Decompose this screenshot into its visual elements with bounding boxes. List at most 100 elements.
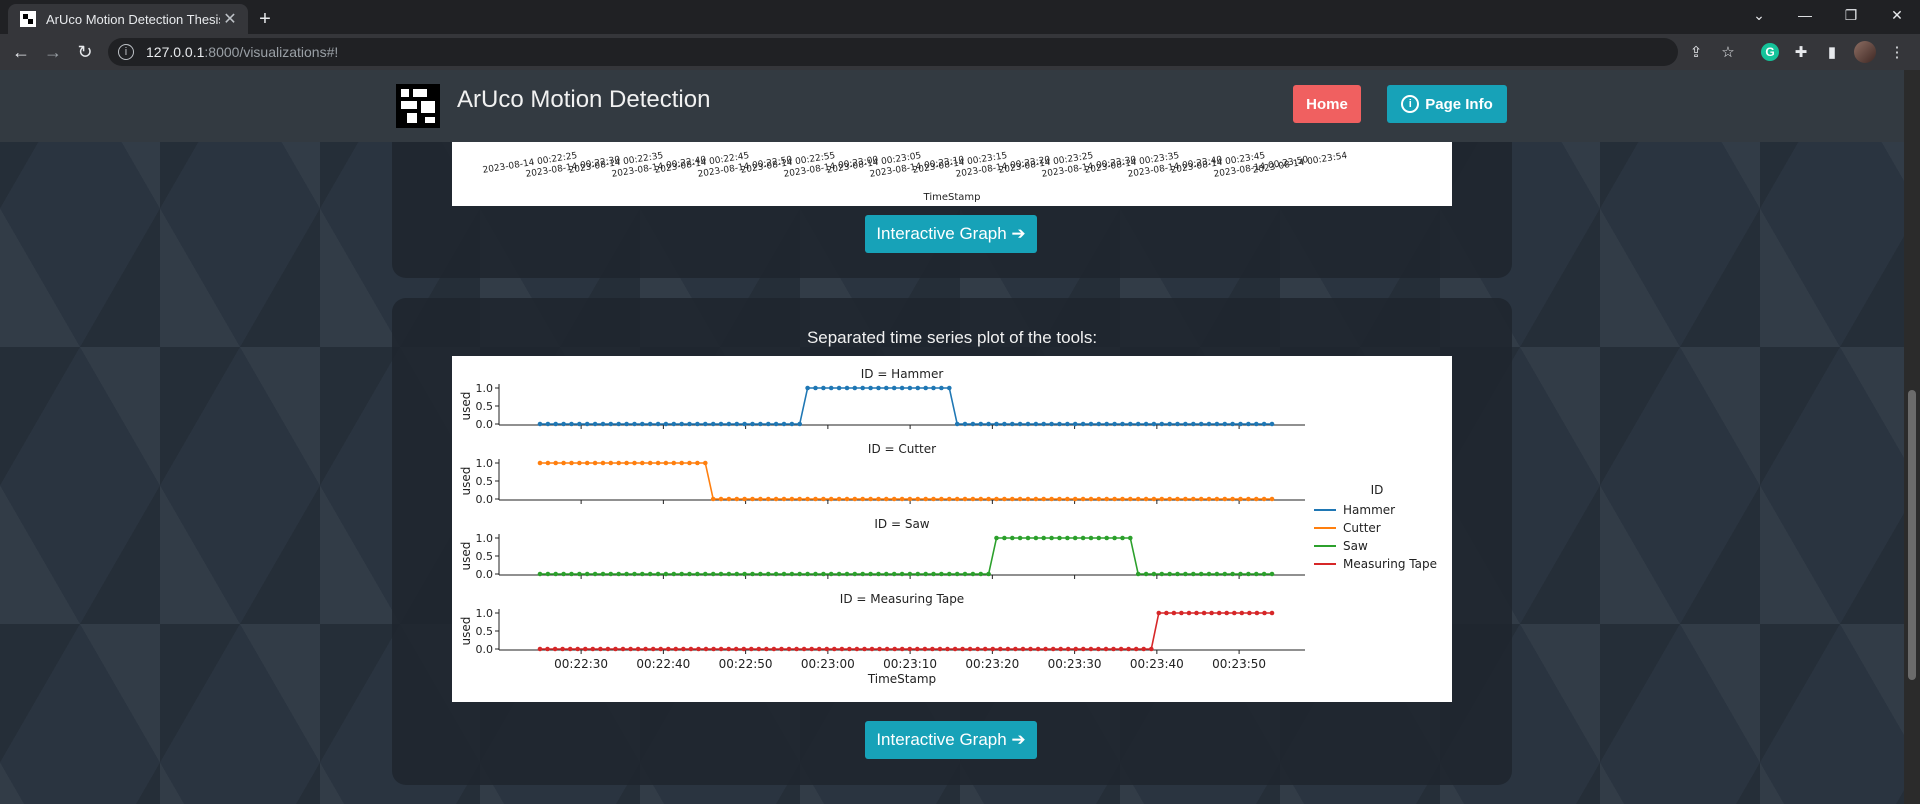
- data-point: [577, 460, 582, 466]
- data-point: [1025, 421, 1031, 427]
- grammarly-extension-icon[interactable]: G: [1759, 41, 1781, 63]
- data-point: [797, 571, 802, 577]
- data-point: [1135, 496, 1141, 502]
- data-point: [584, 460, 590, 466]
- data-point: [742, 496, 747, 502]
- data-point: [1246, 421, 1251, 427]
- legend-entry: Hammer: [1343, 503, 1395, 517]
- data-point: [1128, 496, 1133, 502]
- forward-icon[interactable]: →: [40, 39, 66, 65]
- data-point: [569, 421, 574, 427]
- data-point: [1073, 646, 1079, 652]
- data-point: [907, 385, 913, 391]
- data-point: [844, 571, 850, 577]
- scrollbar-thumb[interactable]: [1908, 390, 1916, 680]
- side-panel-icon[interactable]: ▮: [1821, 41, 1843, 63]
- data-point: [1186, 610, 1192, 616]
- brand-title[interactable]: ArUco Motion Detection: [457, 86, 710, 114]
- restore-icon[interactable]: ❐: [1828, 0, 1874, 30]
- x-tick-label: 00:23:10: [883, 657, 937, 671]
- data-point: [884, 646, 890, 652]
- share-icon[interactable]: ⇪: [1685, 41, 1707, 63]
- home-button[interactable]: Home: [1293, 85, 1361, 123]
- profile-avatar[interactable]: [1854, 41, 1876, 63]
- data-point: [816, 646, 822, 652]
- data-point: [1254, 610, 1260, 616]
- close-window-icon[interactable]: ✕: [1874, 0, 1920, 30]
- y-axis-label: used: [459, 392, 473, 421]
- data-point: [671, 421, 677, 427]
- back-icon[interactable]: ←: [8, 39, 34, 65]
- info-icon: i: [1401, 95, 1420, 113]
- data-point: [687, 421, 692, 427]
- data-point: [839, 646, 845, 652]
- data-point: [1104, 496, 1109, 502]
- close-tab-icon[interactable]: ✕: [220, 9, 240, 29]
- bookmark-star-icon[interactable]: ☆: [1717, 41, 1739, 63]
- browser-tab[interactable]: ArUco Motion Detection Thesis ✕: [8, 4, 248, 34]
- aruco-marker-logo-icon[interactable]: [396, 84, 440, 128]
- new-tab-icon[interactable]: +: [252, 6, 278, 32]
- data-point: [891, 496, 897, 502]
- interactive-graph-button[interactable]: Interactive Graph ➔: [865, 215, 1037, 253]
- data-point: [773, 421, 779, 427]
- data-point: [805, 571, 810, 577]
- data-point: [616, 421, 621, 427]
- data-point: [1013, 646, 1018, 652]
- data-point: [860, 571, 865, 577]
- data-point: [994, 535, 999, 541]
- reload-icon[interactable]: ↻: [72, 39, 98, 65]
- tab-search-icon[interactable]: ⌄: [1736, 0, 1782, 30]
- data-point: [632, 421, 637, 427]
- data-point: [931, 571, 936, 577]
- data-point: [1167, 571, 1172, 577]
- data-point: [1164, 610, 1169, 616]
- data-point: [781, 421, 787, 427]
- data-point: [756, 646, 762, 652]
- data-point: [584, 571, 590, 577]
- data-point: [650, 646, 656, 652]
- browser-menu-icon[interactable]: ⋮: [1886, 41, 1908, 63]
- data-point: [1111, 646, 1116, 652]
- data-point: [758, 571, 763, 577]
- minimize-icon[interactable]: —: [1782, 0, 1828, 30]
- interactive-graph-button[interactable]: Interactive Graph ➔: [865, 721, 1037, 759]
- data-point: [828, 496, 834, 502]
- page-info-button[interactable]: i Page Info: [1387, 85, 1507, 123]
- site-info-icon[interactable]: i: [118, 44, 134, 60]
- page-scrollbar[interactable]: [1904, 70, 1920, 804]
- data-point: [836, 385, 842, 391]
- data-point: [750, 571, 755, 577]
- data-point: [718, 496, 724, 502]
- data-point: [764, 646, 769, 652]
- data-point: [994, 496, 999, 502]
- data-point: [773, 496, 779, 502]
- data-point: [640, 571, 645, 577]
- data-point: [647, 571, 653, 577]
- data-point: [1081, 646, 1086, 652]
- data-point: [937, 646, 943, 652]
- data-point: [986, 421, 991, 427]
- data-point: [1209, 610, 1214, 616]
- x-axis-label: TimeStamp: [867, 672, 936, 686]
- data-point: [1254, 496, 1259, 502]
- data-point: [821, 571, 826, 577]
- data-point: [876, 571, 881, 577]
- data-point: [1133, 646, 1139, 652]
- data-point: [635, 646, 641, 652]
- extensions-puzzle-icon[interactable]: ✚: [1790, 41, 1812, 63]
- data-point: [813, 385, 818, 391]
- x-tick-label: 00:23:00: [801, 657, 855, 671]
- data-point: [1025, 496, 1031, 502]
- data-point: [1025, 535, 1031, 541]
- data-point: [923, 385, 928, 391]
- data-point: [624, 571, 629, 577]
- data-point: [915, 385, 921, 391]
- data-point: [598, 646, 603, 652]
- address-bar[interactable]: i 127.0.0.1:8000/visualizations#!: [108, 38, 1678, 66]
- data-point: [899, 385, 905, 391]
- series-line: [540, 387, 1272, 425]
- data-point: [592, 571, 598, 577]
- data-point: [1041, 421, 1046, 427]
- data-point: [801, 646, 807, 652]
